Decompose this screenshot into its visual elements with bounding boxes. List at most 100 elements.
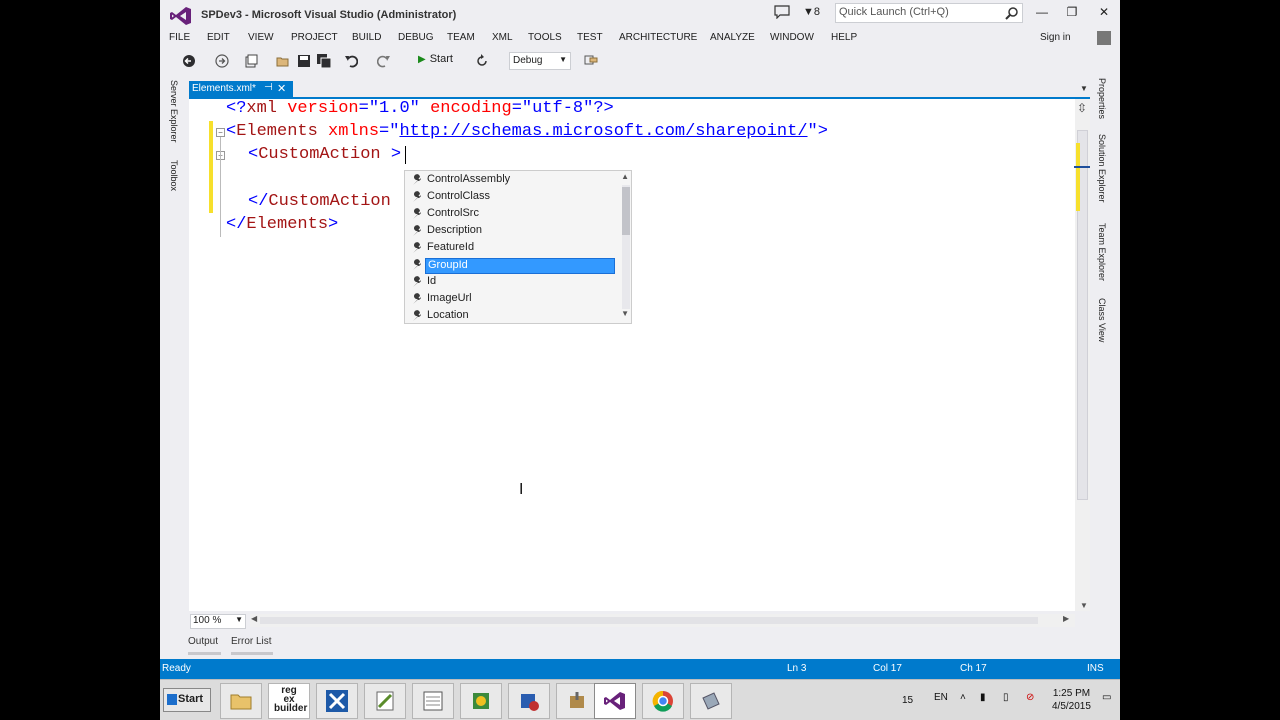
solution-configuration-select[interactable]: Debug ▼ [509,52,571,70]
completion-item[interactable]: ControlClass [411,189,615,205]
taskbar-app[interactable] [690,683,732,719]
class-view-tab[interactable]: Class View [1097,298,1107,342]
menu-team[interactable]: TEAM [447,32,475,43]
tray-clock[interactable]: 1:25 PM 4/5/2015 [1052,687,1091,713]
menu-project[interactable]: PROJECT [291,32,338,43]
completion-label: Id [427,275,437,287]
network-signal-icon[interactable]: ▮ [980,692,986,703]
completion-scroll-thumb[interactable] [622,187,630,235]
completion-item[interactable]: Id [411,274,615,290]
minimize-button[interactable]: — [1032,5,1052,21]
sign-in-link[interactable]: Sign in [1040,32,1071,43]
solution-explorer-tab[interactable]: Solution Explorer [1097,134,1107,203]
menu-tools[interactable]: TOOLS [528,32,562,43]
completion-item[interactable]: ControlSrc [411,206,615,222]
completion-item[interactable]: ImageUrl [411,291,615,307]
completion-item[interactable]: ControlAssembly [411,172,615,188]
properties-tab[interactable]: Properties [1097,78,1107,119]
completion-item[interactable]: FeatureId [411,240,615,256]
user-icon[interactable] [1097,31,1111,45]
new-project-icon[interactable] [244,54,258,68]
completion-item-selected[interactable]: GroupId [411,257,615,274]
fold-elements-icon[interactable]: − [216,128,225,137]
menu-analyze[interactable]: ANALYZE [710,32,755,43]
intellisense-completion-list[interactable]: ControlAssembly ControlClass ControlSrc … [404,170,632,324]
taskbar-server[interactable] [508,683,550,719]
open-file-icon[interactable] [276,54,290,68]
server-explorer-tab[interactable]: Server Explorer [169,80,179,143]
battery-icon[interactable]: ▯ [1003,692,1009,703]
redo-icon[interactable] [377,54,391,68]
taskbar-tools-2[interactable] [556,683,598,719]
taskbar-regex-builder[interactable]: reg ex builder [268,683,310,719]
scroll-down-icon[interactable]: ▼ [621,309,629,318]
taskbar-notepad[interactable] [364,683,406,719]
status-line: Ln 3 [787,663,807,674]
split-window-icon[interactable]: ⇳ [1077,101,1087,115]
save-icon[interactable] [297,54,311,68]
feedback-flag[interactable]: ▼8 [803,6,820,18]
menu-xml[interactable]: XML [492,32,513,43]
tray-chevron-icon[interactable]: ˄ [960,692,966,703]
document-tab-elements-xml[interactable]: Elements.xml* ⊣ ✕ [189,81,293,97]
scroll-left-icon[interactable]: ◀ [251,614,257,623]
toolbox-tab[interactable]: Toolbox [169,160,179,191]
taskbar-tools[interactable] [316,683,358,719]
menu-window[interactable]: WINDOW [770,32,814,43]
scroll-up-icon[interactable]: ▲ [621,172,629,181]
pi-tag: xml [246,99,278,118]
calculator-icon [423,691,443,711]
taskbar-calculator[interactable] [412,683,454,719]
xmlns-url-link[interactable]: http://schemas.microsoft.com/sharepoint/ [399,122,807,141]
taskbar-file-explorer[interactable] [220,683,262,719]
find-in-files-icon[interactable] [584,54,598,68]
scroll-right-icon[interactable]: ▶ [1063,614,1069,623]
completion-label: Description [427,224,483,236]
completion-scrollbar[interactable] [622,185,630,309]
tray-number[interactable]: 15 [902,695,913,706]
equals-sign: = [379,122,390,141]
zoom-level-select[interactable]: 100 % ▼ [190,614,246,629]
start-menu-button[interactable]: Start [163,688,211,712]
taskbar-chrome[interactable] [642,683,684,719]
save-all-icon[interactable] [317,54,331,68]
tray-language[interactable]: EN [934,692,948,703]
restore-button[interactable]: ❐ [1062,5,1082,21]
value-encoding: "utf-8" [521,99,594,118]
team-explorer-tab[interactable]: Team Explorer [1097,223,1107,281]
navigate-back-icon[interactable] [182,54,196,68]
wrench-icon [413,276,422,287]
menu-help[interactable]: HELP [831,32,857,43]
tab-output[interactable]: Output [188,636,218,647]
pin-icon[interactable]: ⊣ [264,82,273,93]
menu-debug[interactable]: DEBUG [398,32,434,43]
menu-test[interactable]: TEST [577,32,603,43]
menu-architecture[interactable]: ARCHITECTURE [619,32,697,43]
volume-muted-icon[interactable]: ⊘ [1026,692,1034,703]
start-debugging-button[interactable]: ▶ Start [418,53,453,65]
menu-file[interactable]: FILE [169,32,190,43]
zoom-level-value: 100 % [193,615,222,626]
menu-bar: FILE EDIT VIEW PROJECT BUILD DEBUG TEAM … [160,30,1120,48]
notification-icon[interactable] [774,5,790,19]
taskbar-paint[interactable] [460,683,502,719]
show-desktop-icon[interactable]: ▭ [1102,692,1111,703]
taskbar-visual-studio[interactable] [594,683,636,719]
refresh-icon[interactable] [475,54,489,68]
completion-item[interactable]: Location [411,308,615,324]
tab-dropdown-icon[interactable]: ▼ [1080,84,1088,93]
completion-item[interactable]: Description [411,223,615,239]
scroll-down-arrow-icon[interactable]: ▼ [1080,601,1088,610]
horizontal-scroll-thumb[interactable] [260,617,1038,624]
undo-icon[interactable] [344,54,358,68]
menu-edit[interactable]: EDIT [207,32,230,43]
menu-view[interactable]: VIEW [248,32,274,43]
navigate-forward-icon[interactable] [215,54,229,68]
close-icon[interactable]: ✕ [277,82,286,95]
menu-build[interactable]: BUILD [352,32,381,43]
close-window-button[interactable]: ✕ [1094,5,1114,21]
tab-error-list[interactable]: Error List [231,636,272,647]
quick-launch-input[interactable]: Quick Launch (Ctrl+Q) [835,3,1023,23]
code-editor[interactable]: − − <?xml version="1.0" encoding="utf-8"… [189,99,1090,611]
completion-label: ControlSrc [427,207,479,219]
